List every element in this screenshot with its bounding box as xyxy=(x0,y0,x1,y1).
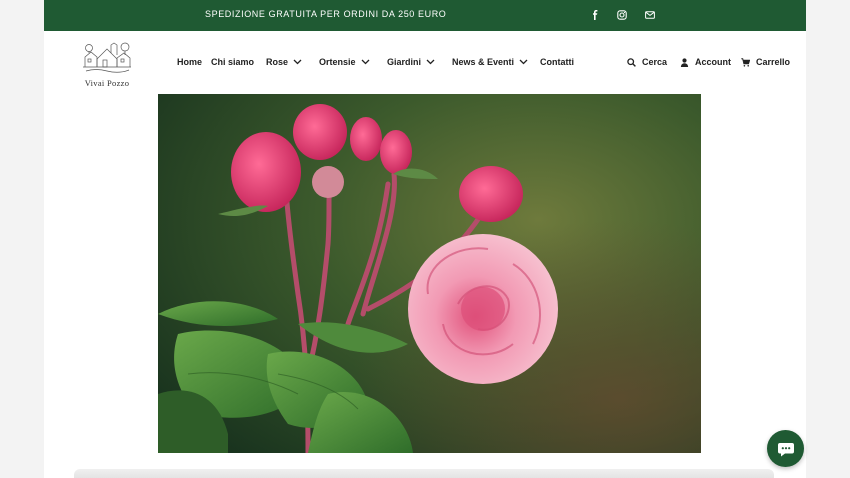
logo-mark xyxy=(83,42,131,73)
email-link[interactable] xyxy=(642,7,658,23)
facebook-link[interactable] xyxy=(587,7,603,23)
account-button[interactable]: Account xyxy=(680,57,731,67)
mail-icon xyxy=(645,11,655,19)
nav-news-eventi[interactable]: News & Eventi xyxy=(452,57,528,67)
nav-news-eventi-label: News & Eventi xyxy=(452,57,515,67)
nav-contatti[interactable]: Contatti xyxy=(540,57,574,67)
site-logo[interactable]: Vivai Pozzo xyxy=(80,37,134,91)
search-button[interactable]: Cerca xyxy=(627,57,667,67)
nav-ortensie-label: Ortensie xyxy=(319,57,356,67)
search-icon xyxy=(627,57,636,67)
cart-icon xyxy=(741,57,750,67)
chevron-down-icon xyxy=(519,59,528,65)
nav-ortensie[interactable]: Ortensie xyxy=(319,57,370,67)
nav-giardini[interactable]: Giardini xyxy=(387,57,435,67)
announcement-bar: SPEDIZIONE GRATUITA PER ORDINI DA 250 EU… xyxy=(44,0,806,31)
nav-chi-siamo-label: Chi siamo xyxy=(211,57,255,67)
nav-rose-label: Rose xyxy=(266,57,289,67)
instagram-link[interactable] xyxy=(614,7,630,23)
cart-label: Carrello xyxy=(756,57,791,67)
search-label: Cerca xyxy=(642,57,668,67)
facebook-icon xyxy=(593,10,598,20)
hero-image xyxy=(158,94,701,453)
nav-giardini-label: Giardini xyxy=(387,57,422,67)
user-icon xyxy=(680,57,689,67)
cart-button[interactable]: Carrello xyxy=(741,57,790,67)
chevron-down-icon xyxy=(293,59,302,65)
page: SPEDIZIONE GRATUITA PER ORDINI DA 250 EU… xyxy=(44,0,806,478)
site-header: Vivai Pozzo Home Chi siamo Rose Ortensie… xyxy=(44,31,806,94)
chat-bubble-icon xyxy=(777,442,794,456)
nav-rose[interactable]: Rose xyxy=(266,57,302,67)
chat-button[interactable] xyxy=(767,430,804,467)
nav-contatti-label: Contatti xyxy=(540,57,574,67)
nav-home-label: Home xyxy=(177,57,203,67)
announcement-text: SPEDIZIONE GRATUITA PER ORDINI DA 250 EU… xyxy=(205,9,447,19)
chevron-down-icon xyxy=(426,59,435,65)
nav-home[interactable]: Home xyxy=(177,57,202,67)
account-label: Account xyxy=(695,57,731,67)
instagram-icon xyxy=(617,10,627,20)
chevron-down-icon xyxy=(361,59,369,65)
content-edge xyxy=(74,469,774,478)
brand-name: Vivai Pozzo xyxy=(84,78,130,88)
nav-chi-siamo[interactable]: Chi siamo xyxy=(211,57,254,67)
